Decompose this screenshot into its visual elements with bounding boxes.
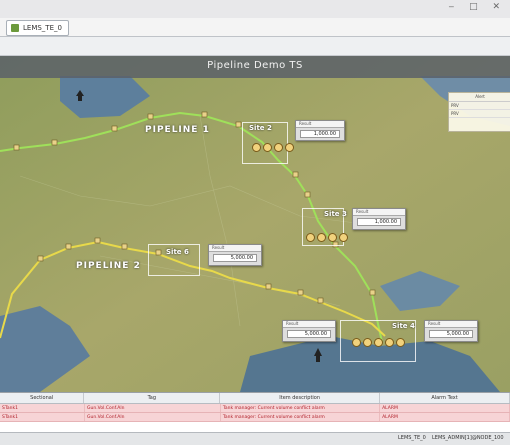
- site-2-label: Site 2: [249, 124, 272, 132]
- panel-header: Result: [296, 121, 344, 128]
- map-title: Pipeline Demo TS: [207, 60, 303, 71]
- site-6-value: 5,000.00: [213, 254, 257, 262]
- cell-description: Tank manager: Current volume conflict al…: [221, 404, 381, 412]
- panel-header: Result: [425, 321, 477, 328]
- pipeline-1-label: PIPELINE 1: [145, 125, 210, 135]
- window-controls[interactable]: ‒ □ ✕: [449, 2, 507, 12]
- cell-alarm-text: ALARM: [380, 404, 510, 412]
- cell-tag: Gun.Vol.Conf.Aln: [85, 404, 221, 412]
- pipeline-map[interactable]: Pipeline Demo TS Alert PRV PRV PIPELINE …: [0, 56, 510, 392]
- column-header[interactable]: Tag: [84, 393, 221, 403]
- site-3-controls[interactable]: [306, 233, 348, 242]
- cell-sectional: STank1: [0, 413, 86, 421]
- alarm-table-header: Sectional Tag Item description Alarm Tex…: [0, 393, 510, 404]
- status-item: LEMS_TE_0: [398, 435, 426, 441]
- map-legend: Alert PRV PRV: [448, 92, 510, 132]
- pipeline-2-label: PIPELINE 2: [76, 261, 141, 271]
- site-2-controls[interactable]: [252, 143, 294, 152]
- panel-header: Result: [209, 245, 261, 252]
- column-header[interactable]: Sectional: [0, 393, 85, 403]
- window-titlebar: ‒ □ ✕: [0, 0, 510, 19]
- tab-lems[interactable]: LEMS_TE_0: [6, 20, 69, 36]
- cell-alarm-text: ALARM: [380, 413, 510, 421]
- site-6-panel[interactable]: Result 5,000.00: [208, 244, 262, 266]
- alarm-table: Sectional Tag Item description Alarm Tex…: [0, 392, 510, 433]
- site-6-label: Site 6: [166, 248, 189, 256]
- panel-header: Result: [283, 321, 335, 328]
- site-4-value-2: 5,000.00: [429, 330, 473, 338]
- status-bar: LEMS_TE_0 LEMS_ADMIN[1]@NODE_100: [0, 432, 510, 445]
- tab-bar: LEMS_TE_0: [0, 18, 510, 37]
- status-item: LEMS_ADMIN[1]@NODE_100: [432, 435, 504, 441]
- cell-sectional: STank1: [0, 404, 86, 412]
- site-4-value: 5,000.00: [287, 330, 331, 338]
- site-3-label: Site 3: [324, 210, 347, 218]
- table-row[interactable]: STank1 Gun.Vol.Conf.Aln Tank manager: Cu…: [0, 404, 510, 413]
- toolbar-strip: [0, 37, 510, 56]
- site-4-panel[interactable]: Result 5,000.00: [282, 320, 336, 342]
- site-2-panel[interactable]: Result 1,000.00: [295, 120, 345, 141]
- legend-header: Alert: [449, 93, 510, 102]
- site-4-panel-2[interactable]: Result 5,000.00: [424, 320, 478, 342]
- column-header[interactable]: Alarm Text: [380, 393, 510, 403]
- map-banner: Pipeline Demo TS: [0, 56, 510, 78]
- site-2-value: 1,000.00: [300, 130, 340, 138]
- column-header[interactable]: Item description: [220, 393, 381, 403]
- site-4-controls[interactable]: [352, 338, 405, 347]
- table-row[interactable]: STank1 Gun.Vol.Conf.Aln Tank manager: Cu…: [0, 413, 510, 422]
- site-3-panel[interactable]: Result 1,000.00: [352, 208, 406, 230]
- cell-tag: Gun.Vol.Conf.Aln: [85, 413, 221, 421]
- site-4-label: Site 4: [392, 322, 415, 330]
- panel-header: Result: [353, 209, 405, 216]
- cell-description: Tank manager: Current volume conflict al…: [221, 413, 381, 421]
- app-icon: [11, 24, 19, 32]
- site-3-value: 1,000.00: [357, 218, 401, 226]
- legend-row: PRV: [449, 110, 510, 118]
- tab-title: LEMS_TE_0: [23, 24, 62, 32]
- legend-row: PRV: [449, 102, 510, 110]
